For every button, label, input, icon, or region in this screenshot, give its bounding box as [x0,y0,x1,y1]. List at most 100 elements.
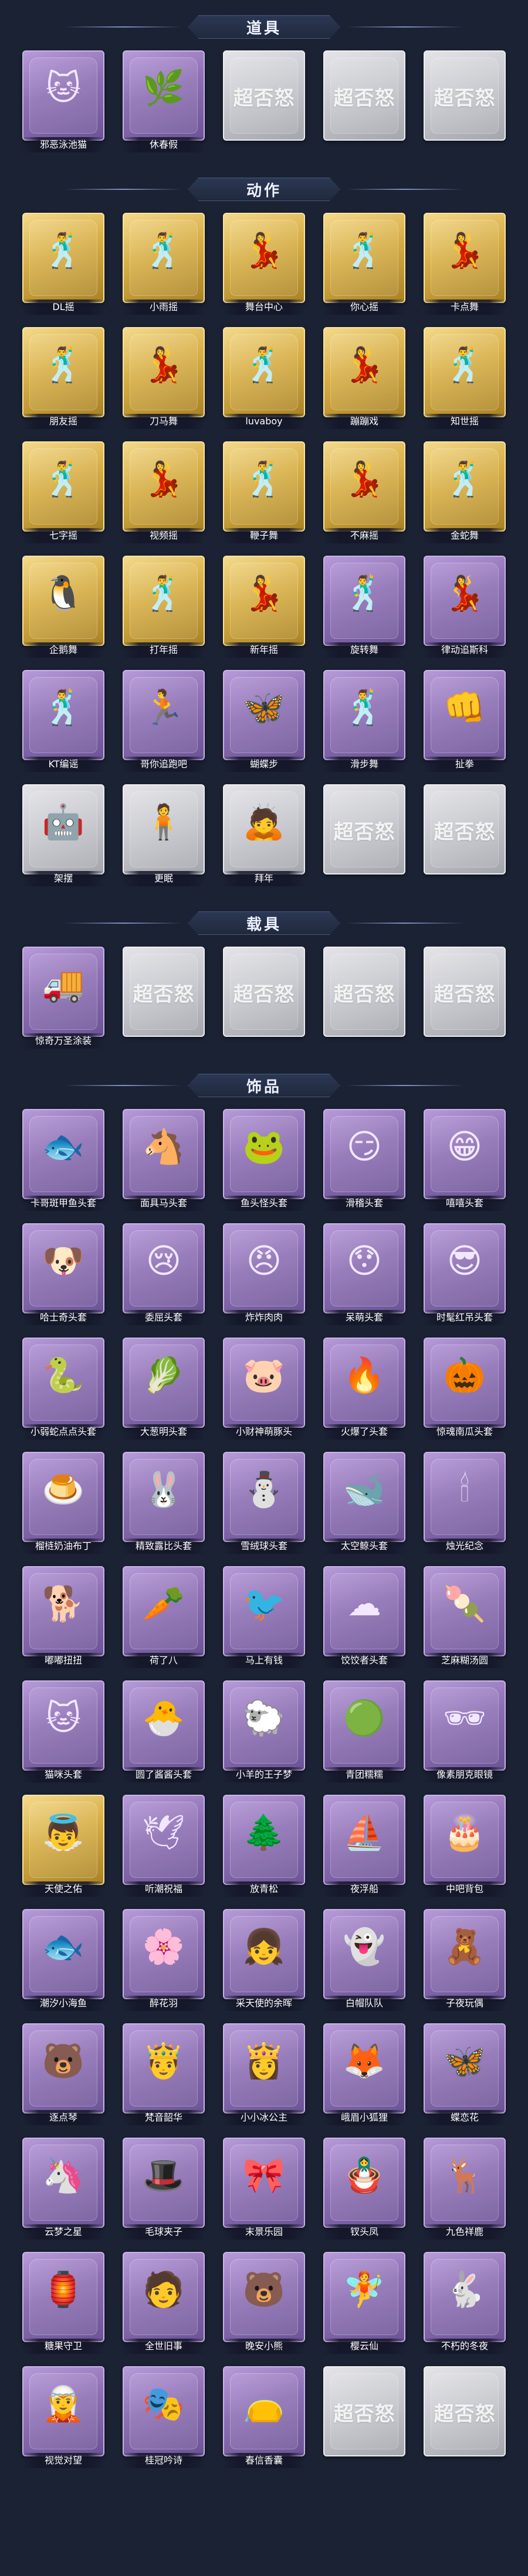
item-card[interactable]: 🐸 鱼头怪头套 [223,1109,305,1213]
item-card[interactable]: 🐴 面具马头套 [123,1109,205,1213]
item-card[interactable]: 🕺 DL摇 [22,213,104,317]
item-card[interactable]: 😏 滑稽头套 [323,1109,405,1213]
item-card[interactable]: 🎭 桂冠吟诗 [123,2366,205,2470]
item-card[interactable]: 超否怒 [323,784,405,889]
item-card[interactable]: 🎃 惊魂南瓜头套 [424,1338,506,1442]
item-card[interactable]: 🕊 听潮祝福 [123,1795,205,1899]
item-card[interactable]: 🐍 小弱蛇点点头套 [22,1338,104,1442]
item-card[interactable]: 超否怒 [424,947,506,1051]
item-card[interactable]: 💃 卡点舞 [424,213,506,317]
item-card[interactable]: 🕺 小雨摇 [123,213,205,317]
item-card[interactable]: 👊 扯拳 [424,670,506,774]
item-card[interactable]: 😯 呆萌头套 [323,1223,405,1328]
item-card[interactable]: 🧸 子夜玩偶 [424,1909,506,2013]
item-card[interactable]: 💃 视频摇 [123,441,205,546]
item-card[interactable]: 🟢 青团糯糯 [323,1680,405,1785]
item-card[interactable]: 🐦 马上有钱 [223,1566,305,1670]
item-card[interactable]: 🧚 樱云仙 [323,2252,405,2356]
item-card[interactable]: 🌿 休春假 [123,50,205,155]
item-card[interactable]: 🪆 钗头凤 [323,2138,405,2242]
item-card[interactable]: 🍮 榴梿奶油布丁 [22,1452,104,1556]
item-card[interactable]: 👝 春信香囊 [223,2366,305,2470]
item-card[interactable]: 🦌 九色祥鹿 [424,2138,506,2242]
item-card[interactable]: 超否怒 [323,50,405,155]
item-card[interactable]: 🥕 荷了八 [123,1566,205,1670]
item-card[interactable]: 🐣 圆了酱酱头套 [123,1680,205,1785]
item-card[interactable]: 🕺 打年摇 [123,556,205,660]
item-card[interactable]: 🌲 放青松 [223,1795,305,1899]
item-card[interactable]: 🐻 晚安小熊 [223,2252,305,2356]
item-card[interactable]: 🐧 企鹅舞 [22,556,104,660]
item-card[interactable]: 😢 委屈头套 [123,1223,205,1328]
item-card[interactable]: 🐶 哈士奇头套 [22,1223,104,1328]
item-card[interactable]: 🕺 KT编谣 [22,670,104,774]
item-card[interactable]: 👧 采天使的余晖 [223,1909,305,2013]
item-card[interactable]: 😎 时髦红吊头套 [424,1223,506,1328]
item-card[interactable]: 🐕 嘟嘟扭扭 [22,1566,104,1670]
item-card[interactable]: 超否怒 [223,50,305,155]
item-card[interactable]: 💃 不麻摇 [323,441,405,546]
item-card[interactable]: 😠 炸炸肉肉 [223,1223,305,1328]
item-card[interactable]: 🕺 你心摇 [323,213,405,317]
item-card[interactable]: 👸 小小冰公主 [223,2023,305,2128]
item-card[interactable]: 🦋 蝴蝶步 [223,670,305,774]
item-card[interactable]: 🐋 太空鲸头套 [323,1452,405,1556]
item-card[interactable]: 🕺 旋转舞 [323,556,405,660]
item-card[interactable]: 😁 嘻嘻头套 [424,1109,506,1213]
item-card[interactable]: ⛵ 夜浮船 [323,1795,405,1899]
item-card[interactable]: 🕺 luvaboy [223,327,305,431]
item-card[interactable]: 超否怒 [323,947,405,1051]
item-card[interactable]: 🧝 视觉对望 [22,2366,104,2470]
item-card[interactable]: 🚚 惊奇万圣涂装 [22,947,104,1051]
item-card[interactable]: 🐇 不朽的冬夜 [424,2252,506,2356]
item-card[interactable]: 🐷 小财神萌豚头 [223,1338,305,1442]
item-card[interactable]: 🕺 鞭子舞 [223,441,305,546]
item-card[interactable]: 🦋 蝶恋花 [424,2023,506,2128]
item-card[interactable]: 🐟 潮汐小海鱼 [22,1909,104,2013]
item-card[interactable]: 超否怒 [424,2366,506,2470]
item-card[interactable]: ☁ 饺饺者头套 [323,1566,405,1670]
item-card[interactable]: 👻 白帽队队 [323,1909,405,2013]
item-card[interactable]: 🕺 朋友摇 [22,327,104,431]
item-card[interactable]: 🕶 像素朋克眼镜 [424,1680,506,1785]
item-card[interactable]: 🐻 逐点琴 [22,2023,104,2128]
item-card[interactable]: 🙇 拜年 [223,784,305,889]
item-card[interactable]: 🕺 金蛇舞 [424,441,506,546]
item-card[interactable]: 🕺 滑步舞 [323,670,405,774]
item-card[interactable]: 超否怒 [123,947,205,1051]
item-card[interactable]: 超否怒 [323,2366,405,2470]
item-card[interactable]: 🐑 小羊的王子梦 [223,1680,305,1785]
item-card[interactable]: 🧑 全世旧事 [123,2252,205,2356]
item-card[interactable]: 🔥 火爆了头套 [323,1338,405,1442]
item-card[interactable]: 🎀 末景乐园 [223,2138,305,2242]
item-card[interactable]: 超否怒 [424,50,506,155]
item-card[interactable]: 🐰 精致露比头套 [123,1452,205,1556]
item-card[interactable]: 超否怒 [223,947,305,1051]
item-card[interactable]: 🏮 糖果守卫 [22,2252,104,2356]
item-card[interactable]: 🍡 芝麻糊汤圆 [424,1566,506,1670]
item-card[interactable]: 💃 蹦蹦戏 [323,327,405,431]
item-card[interactable]: 🐟 卡哥斑甲鱼头套 [22,1109,104,1213]
item-card[interactable]: 🎩 毛球夹子 [123,2138,205,2242]
item-card[interactable]: 🥬 大葱明头套 [123,1338,205,1442]
item-card[interactable]: 🕯 烛光纪念 [424,1452,506,1556]
item-card[interactable]: 🤴 梵音韶华 [123,2023,205,2128]
item-card[interactable]: 超否怒 [424,784,506,889]
item-card[interactable]: 🦄 云梦之星 [22,2138,104,2242]
item-card[interactable]: 🌸 醉花羽 [123,1909,205,2013]
item-card[interactable]: 💃 舞台中心 [223,213,305,317]
item-card[interactable]: 🦊 峨眉小狐狸 [323,2023,405,2128]
item-card[interactable]: 🤖 架摆 [22,784,104,889]
item-card[interactable]: 🏃 哥你追跑吧 [123,670,205,774]
item-card[interactable]: 👼 天使之佑 [22,1795,104,1899]
item-card[interactable]: 💃 刀马舞 [123,327,205,431]
item-card[interactable]: 🐱 邪恶泳池猫 [22,50,104,155]
item-card[interactable]: 🕺 七字摇 [22,441,104,546]
item-card[interactable]: 🎂 中吧背包 [424,1795,506,1899]
item-card[interactable]: 💃 新年摇 [223,556,305,660]
item-card[interactable]: 🧍 更眠 [123,784,205,889]
item-card[interactable]: 🐱 猫咪头套 [22,1680,104,1785]
item-card[interactable]: 💃 律动追斯科 [424,556,506,660]
item-card[interactable]: 🕺 知世摇 [424,327,506,431]
item-card[interactable]: ⛄ 雪绒球头套 [223,1452,305,1556]
